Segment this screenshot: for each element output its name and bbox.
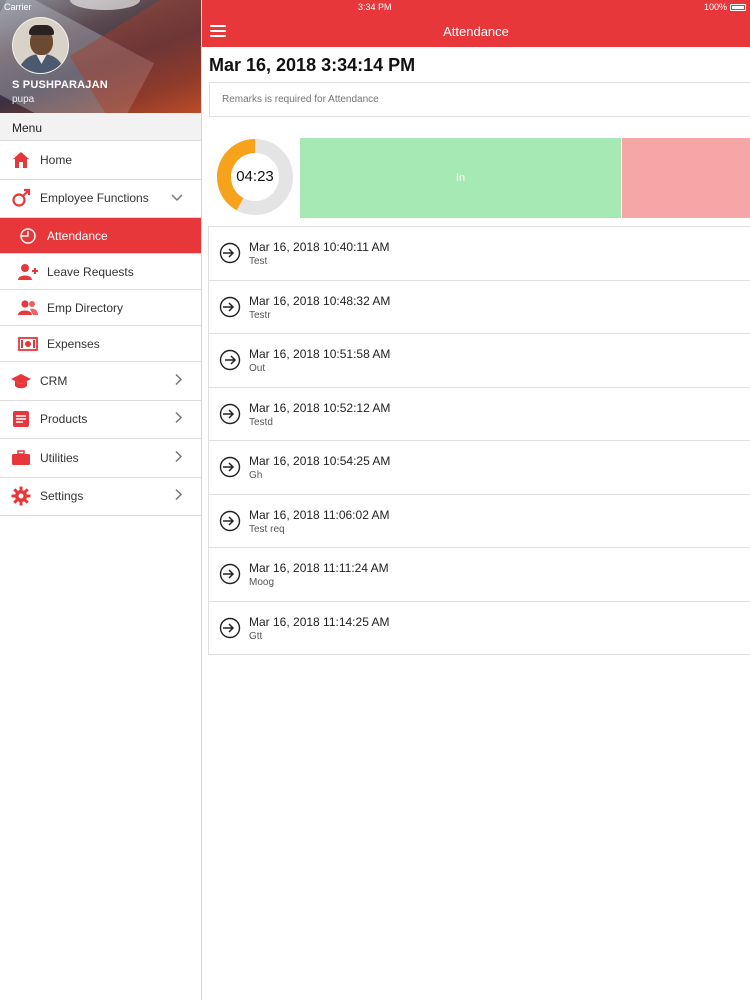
status-time: 3:34 PM — [358, 2, 392, 12]
sign-out-icon — [219, 349, 241, 371]
entry-note: Gtt — [249, 630, 263, 642]
sidebar-item-leave-requests[interactable]: Leave Requests — [0, 254, 201, 290]
chevron-down-icon — [171, 191, 183, 205]
page-title: Attendance — [443, 24, 509, 39]
chevron-right-icon — [175, 373, 183, 388]
list-item[interactable]: Mar 16, 2018 11:11:24 AM Moog — [209, 548, 750, 602]
sign-in-icon — [219, 563, 241, 585]
battery-icon — [730, 3, 746, 11]
sidebar-item-label: Home — [40, 152, 73, 167]
list-item[interactable]: Mar 16, 2018 10:52:12 AM Testd — [209, 388, 750, 441]
entry-time: Mar 16, 2018 10:52:12 AM — [249, 400, 391, 415]
profile-username: pupa — [12, 94, 35, 105]
list-item[interactable]: Mar 16, 2018 10:51:58 AM Out — [209, 334, 750, 388]
sidebar-item-crm[interactable]: CRM — [0, 362, 201, 401]
sidebar-item-label: Products — [40, 412, 88, 427]
sidebar-item-products[interactable]: Products — [0, 401, 201, 439]
carrier-label: Carrier — [4, 2, 32, 12]
check-out-button[interactable] — [622, 138, 750, 218]
sidebar-item-label: Emp Directory — [47, 300, 124, 315]
menu-header: Menu — [0, 113, 201, 141]
entry-note: Moog — [249, 577, 275, 588]
sidebar-item-emp-directory[interactable]: Emp Directory — [0, 290, 201, 326]
entry-note: Out — [249, 363, 266, 374]
entry-note: Testd — [249, 416, 273, 428]
sidebar-item-label: Settings — [40, 489, 84, 504]
timer-value: 04:23 — [236, 168, 274, 185]
sign-in-icon — [219, 617, 241, 638]
list-icon — [11, 409, 31, 429]
battery-label: 100% — [703, 2, 727, 12]
briefcase-icon — [11, 448, 31, 468]
sidebar-item-label: CRM — [40, 373, 68, 388]
add-user-icon — [18, 263, 38, 281]
entry-time: Mar 16, 2018 11:14:25 AM — [249, 614, 390, 629]
battery-status: 100% — [704, 2, 746, 12]
remarks-input[interactable] — [209, 82, 750, 117]
attendance-list: Mar 16, 2018 10:40:11 AM Test Mar 16, 2018… — [208, 226, 750, 655]
profile-name: S PUSHPARAJAN — [12, 79, 108, 91]
list-item[interactable]: Mar 16, 2018 10:54:25 AM Gh — [209, 441, 750, 495]
list-item[interactable]: Mar 16, 2018 10:40:11 AM Test — [209, 227, 750, 281]
sign-in-icon — [219, 456, 241, 478]
navigation-bar: Attendance — [202, 0, 750, 47]
sidebar-item-settings[interactable]: Settings — [0, 478, 201, 516]
sidebar-item-home[interactable]: Home — [0, 141, 201, 180]
sidebar: Carrier S PUSHPARAJAN pupa Menu Home Emp… — [0, 0, 202, 1000]
check-in-label: In — [455, 172, 466, 184]
chevron-right-icon — [175, 450, 183, 465]
entry-time: Mar 16, 2018 11:06:02 AM — [249, 507, 390, 522]
entry-note: Test req — [249, 523, 285, 535]
gear-icon — [11, 486, 31, 506]
sidebar-item-expenses[interactable]: Expenses — [0, 326, 201, 362]
list-item[interactable]: Mar 16, 2018 11:14:25 AM Gtt — [209, 602, 750, 655]
chevron-right-icon — [175, 489, 183, 504]
sidebar-item-attendance[interactable]: Attendance — [0, 218, 201, 254]
sidebar-item-label: Employee Functions — [40, 191, 149, 206]
entry-note: Testr — [249, 309, 271, 321]
sign-in-icon — [219, 510, 241, 531]
sidebar-item-label: Expenses — [47, 336, 100, 351]
clock-icon — [18, 227, 38, 245]
entry-time: Mar 16, 2018 10:54:25 AM — [249, 454, 391, 468]
avatar[interactable] — [12, 17, 69, 74]
sidebar-item-employee-functions[interactable]: Employee Functions — [0, 180, 201, 218]
chevron-right-icon — [175, 412, 183, 427]
sidebar-item-label: Attendance — [47, 228, 108, 243]
sidebar-item-label: Leave Requests — [47, 264, 134, 279]
background-cloud — [70, 0, 140, 10]
entry-note: Test — [249, 256, 268, 267]
list-item[interactable]: Mar 16, 2018 11:06:02 AM Test req — [209, 495, 750, 548]
sign-in-icon — [219, 403, 241, 424]
male-icon — [11, 188, 31, 208]
entry-time: Mar 16, 2018 10:51:58 AM — [249, 347, 391, 361]
users-icon — [18, 299, 38, 317]
entry-note: Gh — [249, 470, 263, 481]
entry-time: Mar 16, 2018 10:40:11 AM — [249, 240, 390, 254]
sidebar-item-utilities[interactable]: Utilities — [0, 439, 201, 478]
sign-in-icon — [219, 296, 241, 317]
sign-in-icon — [219, 242, 241, 264]
sidebar-item-label: Utilities — [40, 450, 79, 465]
graduation-cap-icon — [11, 371, 31, 391]
list-item[interactable]: Mar 16, 2018 10:48:32 AM Testr — [209, 281, 750, 334]
entry-time: Mar 16, 2018 11:11:24 AM — [249, 561, 389, 575]
entry-time: Mar 16, 2018 10:48:32 AM — [249, 293, 391, 308]
check-in-button[interactable]: In — [300, 138, 621, 218]
profile-header: Carrier S PUSHPARAJAN pupa — [0, 0, 201, 113]
money-icon — [18, 335, 38, 353]
home-icon — [11, 150, 31, 170]
current-datetime: Mar 16, 2018 3:34:14 PM — [209, 55, 416, 75]
